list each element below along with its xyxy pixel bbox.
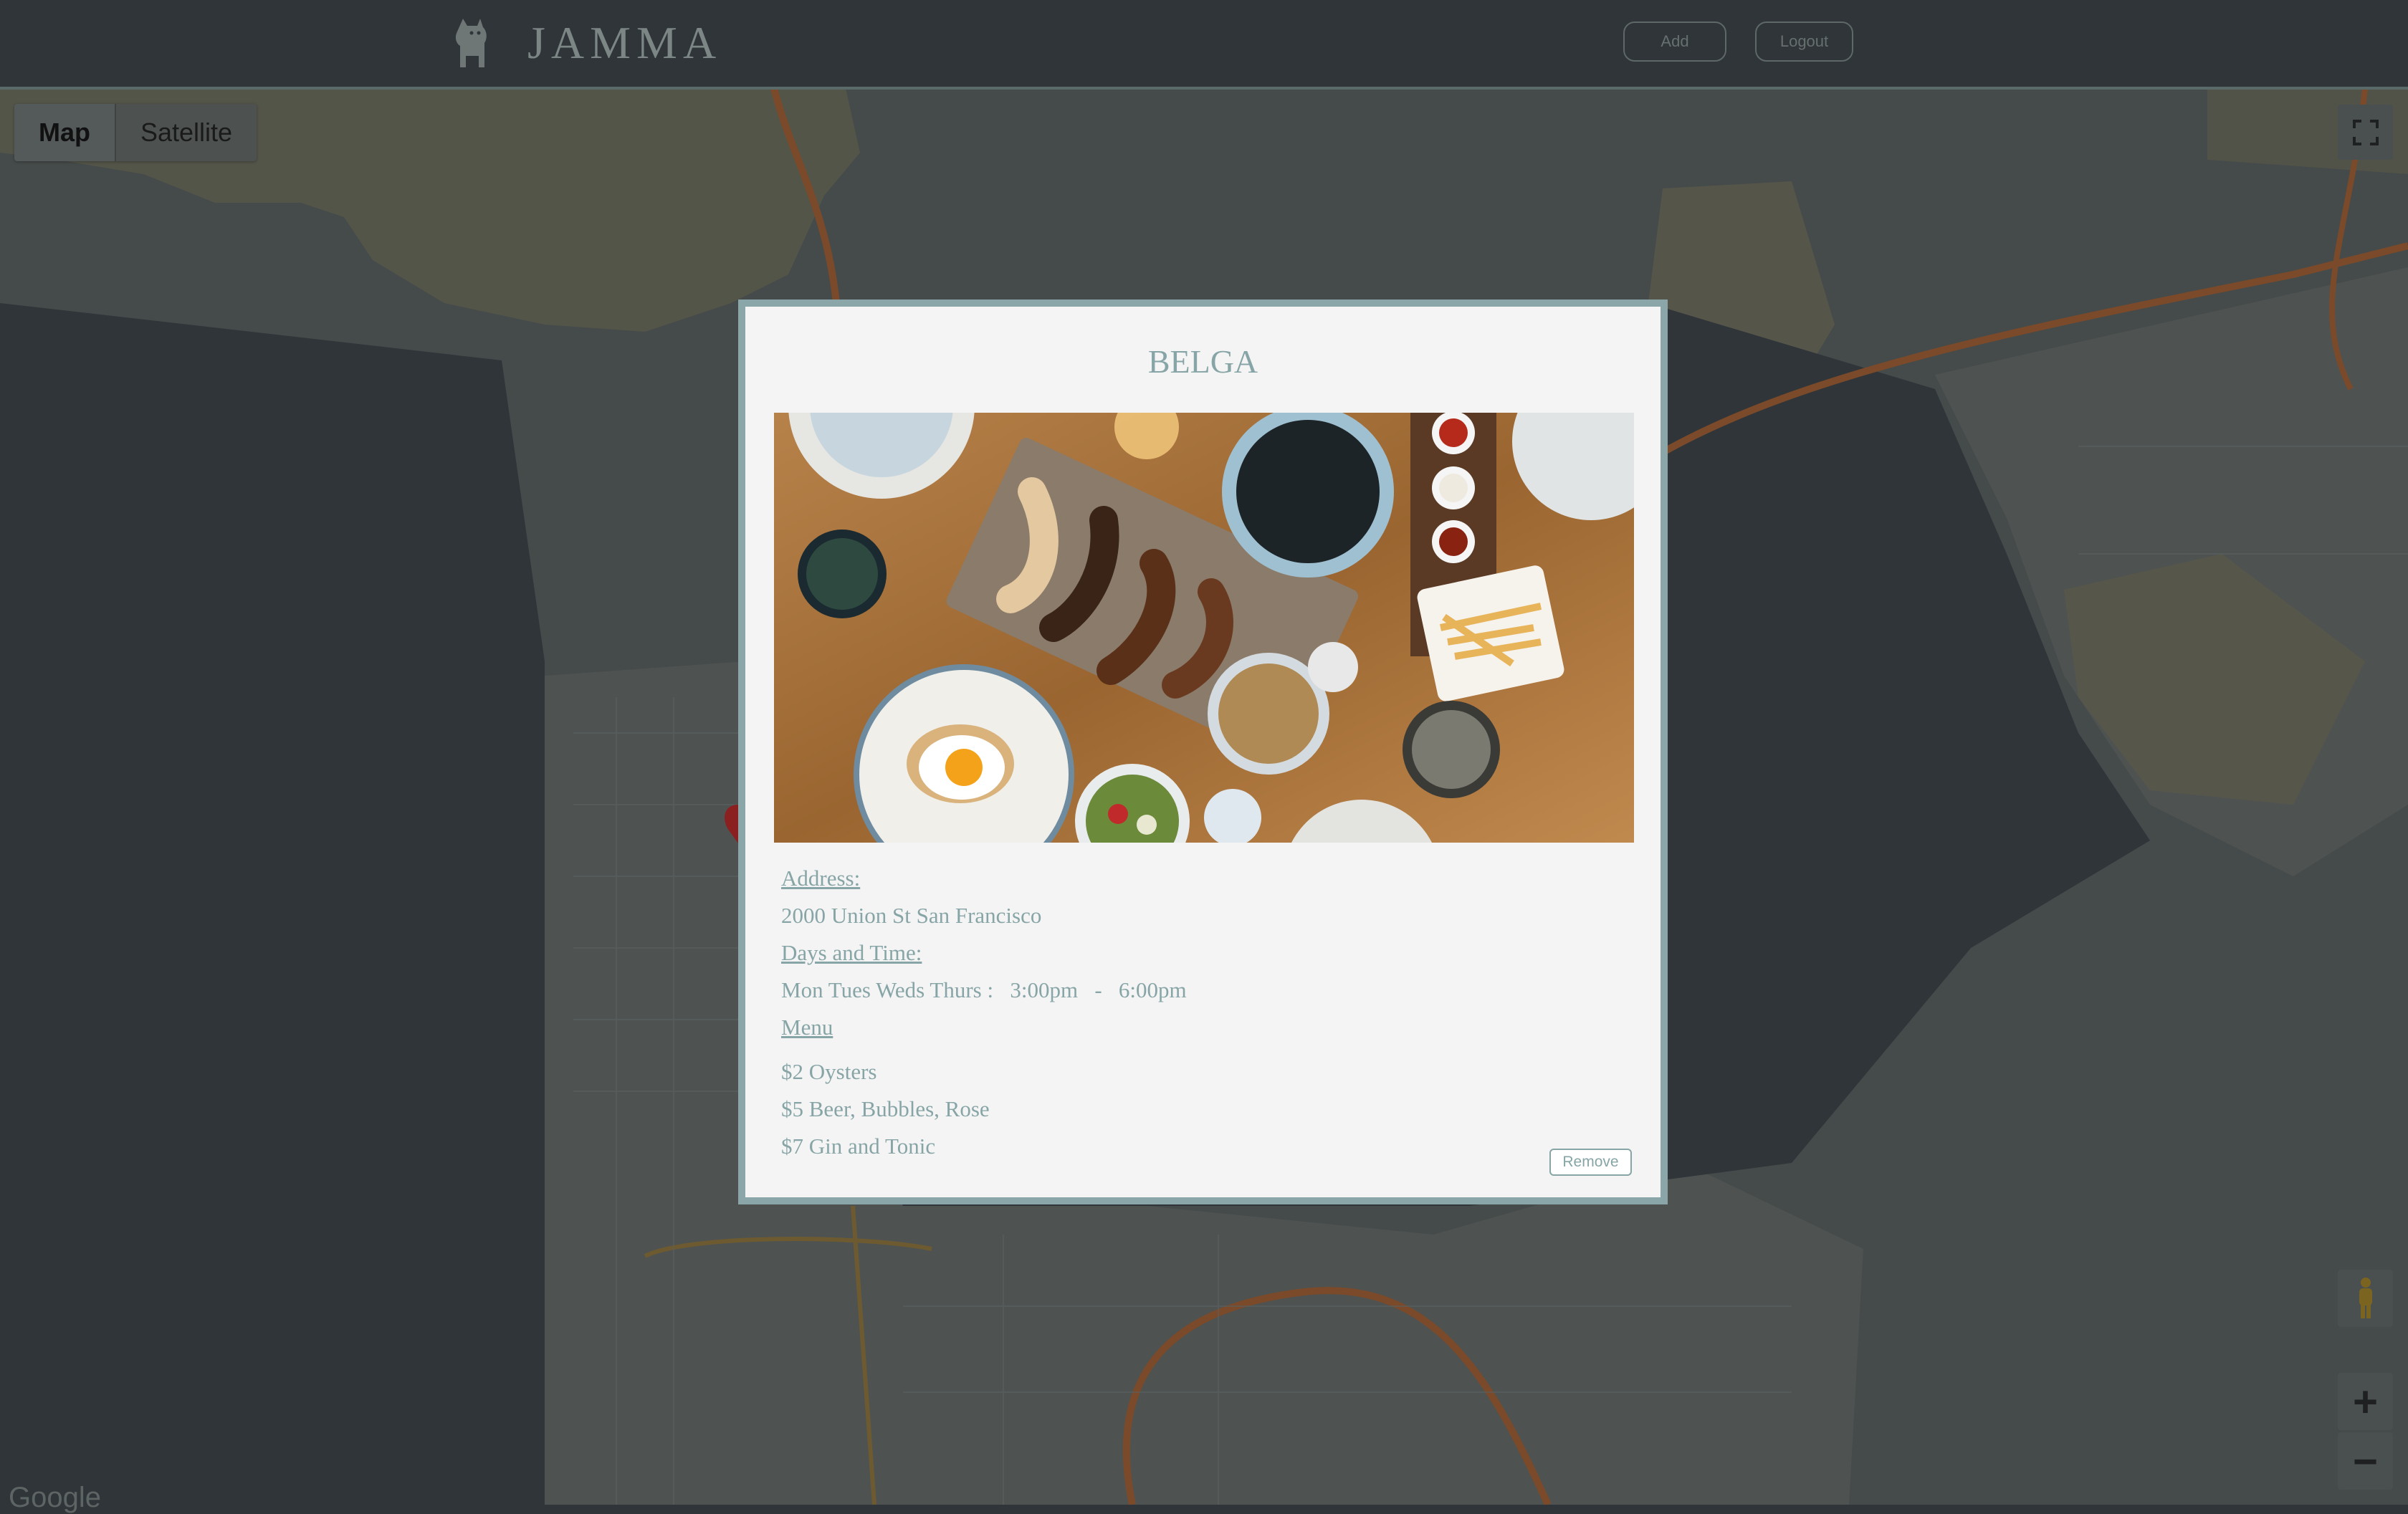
address-label: Address: bbox=[781, 866, 861, 891]
street-view-pegman[interactable] bbox=[2338, 1270, 2393, 1327]
brand[interactable]: JAMMA bbox=[450, 14, 722, 72]
remove-button[interactable]: Remove bbox=[1549, 1149, 1632, 1176]
menu-item: $2 Oysters bbox=[781, 1059, 877, 1084]
days-time-value: Mon Tues Weds Thurs : 3:00pm - 6:00pm bbox=[781, 977, 1187, 1002]
map-type-map-button[interactable]: Map bbox=[14, 104, 115, 161]
map-type-control: Map Satellite bbox=[14, 104, 257, 161]
menu-item: $7 Gin and Tonic bbox=[781, 1134, 936, 1159]
pegman-icon bbox=[2359, 1278, 2372, 1318]
restaurant-photo bbox=[774, 413, 1634, 843]
zoom-in-button[interactable]: + bbox=[2338, 1373, 2393, 1430]
add-button[interactable]: Add bbox=[1623, 21, 1726, 62]
fullscreen-button[interactable] bbox=[2338, 105, 2393, 160]
app-header: JAMMA Add Logout bbox=[0, 0, 2408, 90]
restaurant-modal: BELGA Address: 2000 Union St San Francis… bbox=[738, 300, 1668, 1204]
food-photo-illustration bbox=[774, 413, 1634, 843]
fullscreen-icon bbox=[2352, 119, 2379, 145]
days-time-label: Days and Time: bbox=[781, 940, 922, 965]
llama-logo-icon bbox=[455, 19, 487, 67]
zoom-out-button[interactable]: − bbox=[2338, 1432, 2393, 1490]
google-attribution[interactable]: Google bbox=[9, 1482, 101, 1514]
logout-button[interactable]: Logout bbox=[1755, 21, 1853, 62]
menu-label: Menu bbox=[781, 1015, 833, 1040]
brand-name: JAMMA bbox=[527, 17, 722, 68]
menu-item: $5 Beer, Bubbles, Rose bbox=[781, 1096, 990, 1121]
restaurant-title: BELGA bbox=[1147, 343, 1258, 380]
map-type-satellite-button[interactable]: Satellite bbox=[116, 104, 257, 161]
address-value: 2000 Union St San Francisco bbox=[781, 903, 1042, 928]
